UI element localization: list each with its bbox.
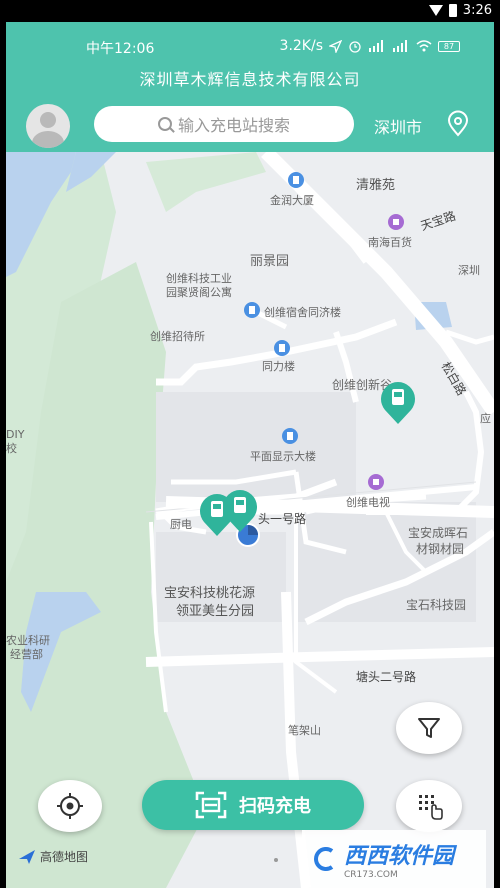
keypad-button[interactable]	[396, 780, 462, 832]
map-label: 宝安成晖石	[408, 526, 469, 540]
road-label: 头一号路	[258, 512, 307, 526]
page-indicator-dot	[274, 858, 278, 862]
search-icon	[157, 117, 172, 131]
map-label: 丽景园	[250, 254, 290, 269]
map-label: 创维电视	[346, 496, 390, 509]
map-label: 创维招待所	[150, 330, 205, 343]
building-icon	[282, 428, 298, 444]
map-label: 领亚美生分园	[176, 604, 255, 619]
map-view[interactable]: 清雅苑 金润大厦 天宝路 南海百货 深圳 丽景园 创维科技工业 园聚贤阁公寓 创…	[6, 152, 494, 888]
scan-charge-button[interactable]: 扫码充电	[142, 780, 364, 830]
signal-icon-2	[393, 40, 407, 52]
system-status-bar: 3:26	[0, 0, 500, 22]
building-icon	[274, 340, 290, 356]
map-provider-name: 高德地图	[40, 850, 89, 864]
send-icon	[329, 39, 342, 53]
map-label: 经营部	[10, 648, 43, 661]
building-icon	[244, 302, 260, 318]
filter-button[interactable]	[396, 702, 462, 754]
battery-icon	[448, 4, 457, 17]
location-pin-icon[interactable]	[444, 110, 472, 138]
scan-icon	[195, 791, 227, 819]
city-selector[interactable]: 深圳市	[374, 114, 422, 138]
map-label: 厨电	[170, 518, 192, 531]
map-provider-logo: 高德地图	[18, 848, 88, 865]
map-label: 材钢材园	[416, 542, 465, 556]
watermark-brand: 西西软件园	[344, 844, 455, 869]
shopping-icon	[388, 214, 404, 230]
map-label: 清雅苑	[356, 178, 396, 193]
system-time: 3:26	[462, 3, 492, 18]
scan-charge-label: 扫码充电	[239, 796, 311, 817]
road-label: 塘头二号路	[356, 670, 417, 684]
header: 中午12:06 3.2K/s 87 深圳草木辉信息技术有限公司 输入充电站搜索 …	[6, 22, 494, 152]
map-label: 平面显示大楼	[250, 450, 316, 463]
locate-button[interactable]	[38, 780, 102, 832]
keypad-icon	[419, 795, 443, 820]
inner-status-bar: 中午12:06 3.2K/s 87	[6, 36, 494, 57]
network-speed: 3.2K/s	[279, 38, 323, 54]
map-label: 深圳	[458, 264, 480, 277]
map-label: 南海百货	[368, 236, 412, 249]
filter-icon	[418, 718, 440, 738]
wifi-icon	[428, 5, 443, 16]
map-label: 创维宿舍同济楼	[264, 306, 341, 319]
map-label: 金润大厦	[270, 194, 314, 207]
search-placeholder: 输入充电站搜索	[177, 116, 290, 135]
map-label: 宝石科技园	[406, 598, 467, 612]
search-input[interactable]: 输入充电站搜索	[94, 106, 354, 142]
map-label: 笔架山	[288, 724, 321, 737]
battery-level: 87	[438, 40, 460, 52]
signal-icon	[369, 40, 383, 52]
building-icon	[288, 172, 304, 188]
shopping-icon	[368, 474, 384, 490]
watermark-site: CR173.COM	[344, 870, 398, 880]
amap-logo-icon	[19, 849, 35, 864]
avatar[interactable]	[26, 104, 70, 148]
watermark-logo-icon	[314, 847, 334, 871]
watermark: 西西软件园 CR173.COM	[302, 830, 486, 888]
app-screen: 中午12:06 3.2K/s 87 深圳草木辉信息技术有限公司 输入充电站搜索 …	[6, 22, 494, 888]
charging-station-marker[interactable]	[221, 488, 259, 534]
alarm-icon	[349, 41, 361, 53]
map-label: 应	[480, 412, 491, 425]
map-label: 同力楼	[262, 360, 295, 373]
map-label: 宝安科技桃花源	[164, 586, 256, 601]
company-name: 深圳草木辉信息技术有限公司	[139, 70, 361, 89]
map-label: 园聚贤阁公寓	[166, 286, 232, 299]
inner-time: 中午12:06	[86, 41, 155, 57]
locate-icon	[57, 793, 83, 819]
charging-station-marker[interactable]	[379, 380, 417, 426]
wifi-icon	[416, 40, 432, 52]
map-label: 校	[6, 442, 17, 455]
